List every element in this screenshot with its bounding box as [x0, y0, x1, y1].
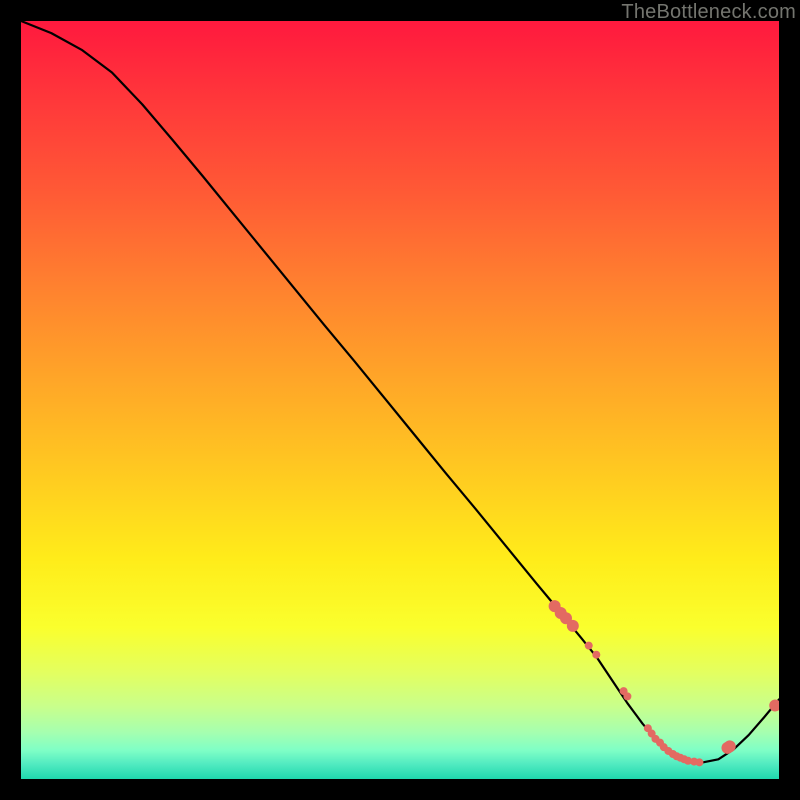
- plot-area: [21, 21, 779, 779]
- chart-svg: [21, 21, 779, 779]
- data-point: [623, 692, 631, 700]
- heat-background: [21, 21, 779, 779]
- data-point: [724, 740, 736, 752]
- data-point: [585, 642, 593, 650]
- data-point: [695, 758, 703, 766]
- data-point: [592, 651, 600, 659]
- data-point: [567, 620, 579, 632]
- chart-stage: TheBottleneck.com: [0, 0, 800, 800]
